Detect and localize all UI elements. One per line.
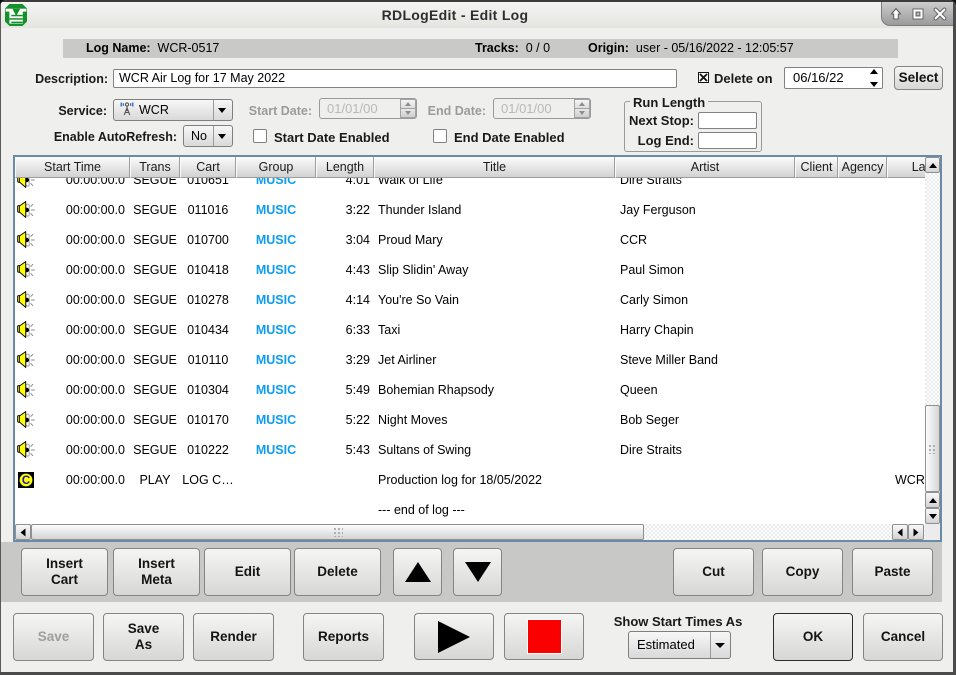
svg-text:C: C — [22, 475, 30, 487]
